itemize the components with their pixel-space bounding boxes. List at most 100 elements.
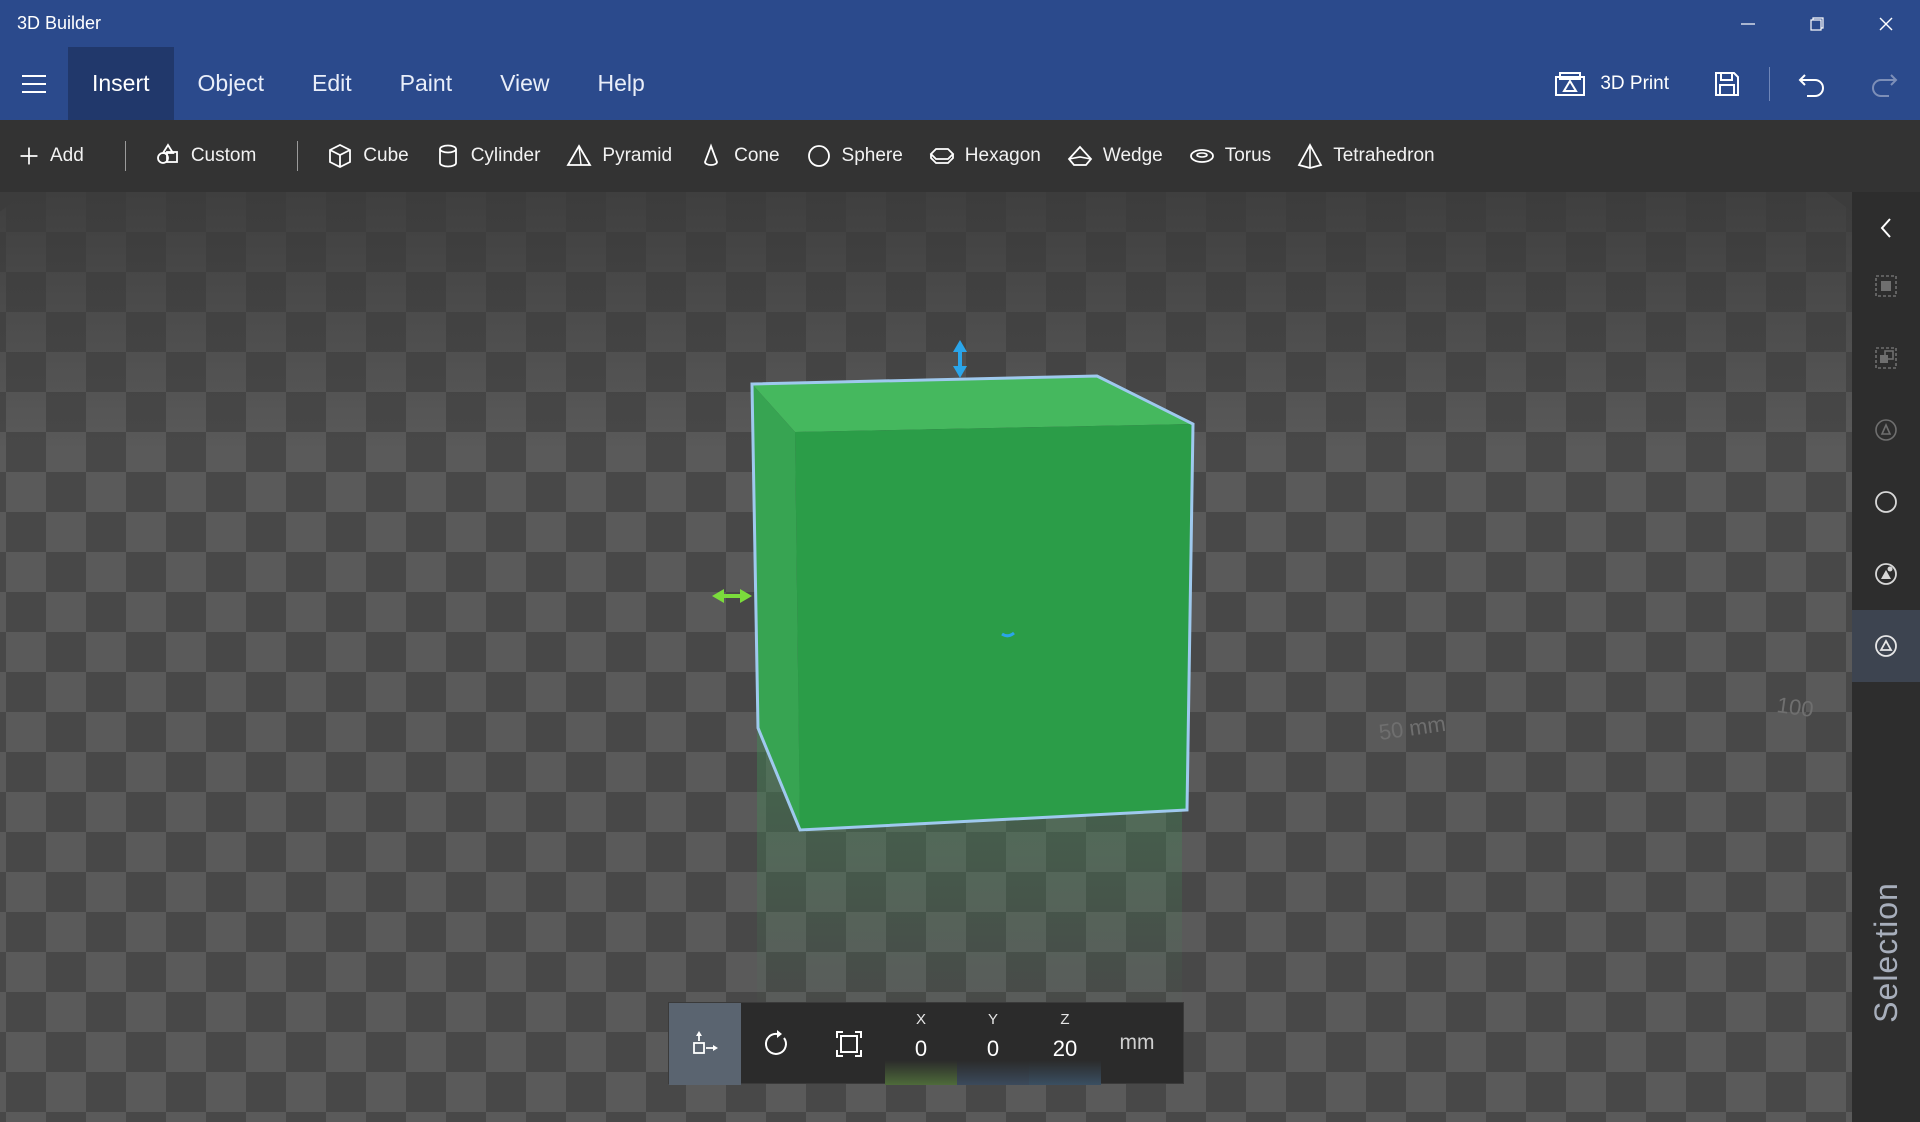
rotate-tool-button[interactable] [741, 1003, 813, 1085]
grid-label-100: 100 [1775, 692, 1815, 722]
y-value[interactable]: 0 [987, 1036, 999, 1062]
select-all-button[interactable] [1852, 250, 1920, 322]
add-button[interactable]: Add [0, 120, 97, 192]
menu-actions: 3D Print [1532, 47, 1920, 120]
select-vertex-button[interactable] [1852, 538, 1920, 610]
hamburger-menu-button[interactable] [0, 47, 68, 120]
x-value[interactable]: 0 [915, 1036, 927, 1062]
shape-cylinder-button[interactable]: Cylinder [422, 120, 554, 192]
scale-icon [836, 1031, 862, 1057]
x-axis-label: X [915, 1011, 926, 1028]
move-tool-button[interactable] [669, 1003, 741, 1085]
restore-button[interactable] [1782, 0, 1851, 47]
shape-hexagon-button[interactable]: Hexagon [916, 120, 1054, 192]
minimize-button[interactable] [1713, 0, 1782, 47]
menu-separator [1769, 66, 1770, 101]
right-side-panel: Selection [1852, 192, 1920, 1122]
select-objects-button[interactable] [1852, 322, 1920, 394]
shape-cone-button[interactable]: Cone [685, 120, 792, 192]
scene-canvas[interactable]: 50 mm 100 [0, 192, 1852, 1122]
3d-print-label: 3D Print [1600, 72, 1669, 94]
redo-button[interactable] [1848, 47, 1920, 120]
select-mesh-button[interactable] [1852, 610, 1920, 682]
hamburger-icon [22, 74, 46, 93]
select-object-mode-button[interactable] [1852, 466, 1920, 538]
transform-toolbar: X 0 Y 0 Z 20 mm [668, 1002, 1184, 1085]
shape-label: Pyramid [602, 145, 673, 166]
selection-panel-label: Selection [1856, 872, 1916, 1032]
tab-object[interactable]: Object [174, 47, 288, 120]
chevron-left-icon [1880, 218, 1891, 238]
minimize-icon [1740, 22, 1755, 25]
app-title: 3D Builder [17, 13, 102, 33]
add-label: Add [50, 145, 84, 166]
z-axis-label: Z [1060, 1011, 1070, 1028]
tab-view[interactable]: View [476, 47, 573, 120]
menu-bar: Insert Object Edit Paint View Help 3D Pr… [0, 47, 1920, 120]
sphere-icon [807, 145, 830, 167]
vertex-select-icon [1875, 563, 1897, 585]
tab-edit[interactable]: Edit [288, 47, 376, 120]
move-icon [693, 1031, 718, 1054]
custom-label: Custom [190, 145, 257, 166]
shape-torus-button[interactable]: Torus [1176, 120, 1284, 192]
3d-print-button[interactable]: 3D Print [1532, 47, 1691, 120]
undo-button[interactable] [1776, 47, 1848, 120]
wedge-icon [1067, 145, 1093, 166]
shape-label: Cone [734, 145, 780, 166]
custom-shapes-icon [156, 143, 178, 164]
y-coordinate-field[interactable]: Y 0 [957, 1003, 1029, 1085]
selection-label: Selection [1867, 881, 1904, 1023]
title-bar: 3D Builder [0, 0, 1920, 47]
shape-sphere-button[interactable]: Sphere [793, 120, 916, 192]
cylinder-icon [438, 144, 457, 168]
shape-label: Sphere [841, 145, 903, 166]
toolbar-separator [124, 141, 126, 171]
save-icon [1715, 71, 1739, 96]
3d-print-icon [1555, 71, 1586, 96]
shape-pyramid-button[interactable]: Pyramid [553, 120, 685, 192]
tab-paint[interactable]: Paint [376, 47, 476, 120]
unit-selector[interactable]: mm [1101, 1003, 1173, 1083]
shape-wedge-button[interactable]: Wedge [1054, 120, 1176, 192]
shape-tetrahedron-button[interactable]: Tetrahedron [1284, 120, 1447, 192]
z-coordinate-field[interactable]: Z 20 [1029, 1003, 1101, 1085]
select-all-icon [1875, 275, 1897, 297]
scale-tool-button[interactable] [813, 1003, 885, 1085]
select-faces-button[interactable] [1852, 394, 1920, 466]
cube-object[interactable] [750, 374, 1195, 832]
insert-toolbar: Add Custom Cube Cylinder Pyramid Cone Sp… [0, 120, 1920, 192]
toolbar-separator [297, 141, 299, 171]
hexagon-icon [929, 148, 955, 164]
torus-icon [1189, 149, 1214, 163]
select-objects-icon [1875, 347, 1897, 369]
circle-icon [1875, 491, 1897, 513]
tetrahedron-icon [1297, 143, 1323, 169]
undo-icon [1798, 73, 1824, 97]
3d-viewport[interactable]: 50 mm 100 [0, 192, 1852, 1122]
shape-label: Hexagon [964, 145, 1041, 166]
redo-icon [1872, 73, 1898, 97]
rotate-icon [765, 1030, 787, 1055]
shape-label: Wedge [1102, 145, 1163, 166]
shape-label: Cube [363, 145, 409, 166]
select-faces-icon [1875, 419, 1897, 441]
mesh-select-icon [1875, 635, 1897, 657]
shape-label: Torus [1224, 145, 1272, 166]
restore-icon [1809, 16, 1824, 31]
tab-help[interactable]: Help [574, 47, 669, 120]
save-button[interactable] [1691, 47, 1763, 120]
close-button[interactable] [1851, 0, 1920, 47]
cube-front-face [795, 424, 1193, 830]
z-value[interactable]: 20 [1053, 1036, 1077, 1062]
shape-cube-button[interactable]: Cube [314, 120, 421, 192]
y-axis-label: Y [987, 1011, 998, 1028]
plus-icon [20, 147, 38, 165]
shape-label: Cylinder [470, 145, 541, 166]
x-coordinate-field[interactable]: X 0 [885, 1003, 957, 1085]
custom-button[interactable]: Custom [142, 120, 269, 192]
pyramid-icon [566, 144, 592, 166]
cone-icon [704, 143, 718, 166]
tab-insert[interactable]: Insert [68, 47, 174, 120]
cube-icon [329, 143, 352, 169]
